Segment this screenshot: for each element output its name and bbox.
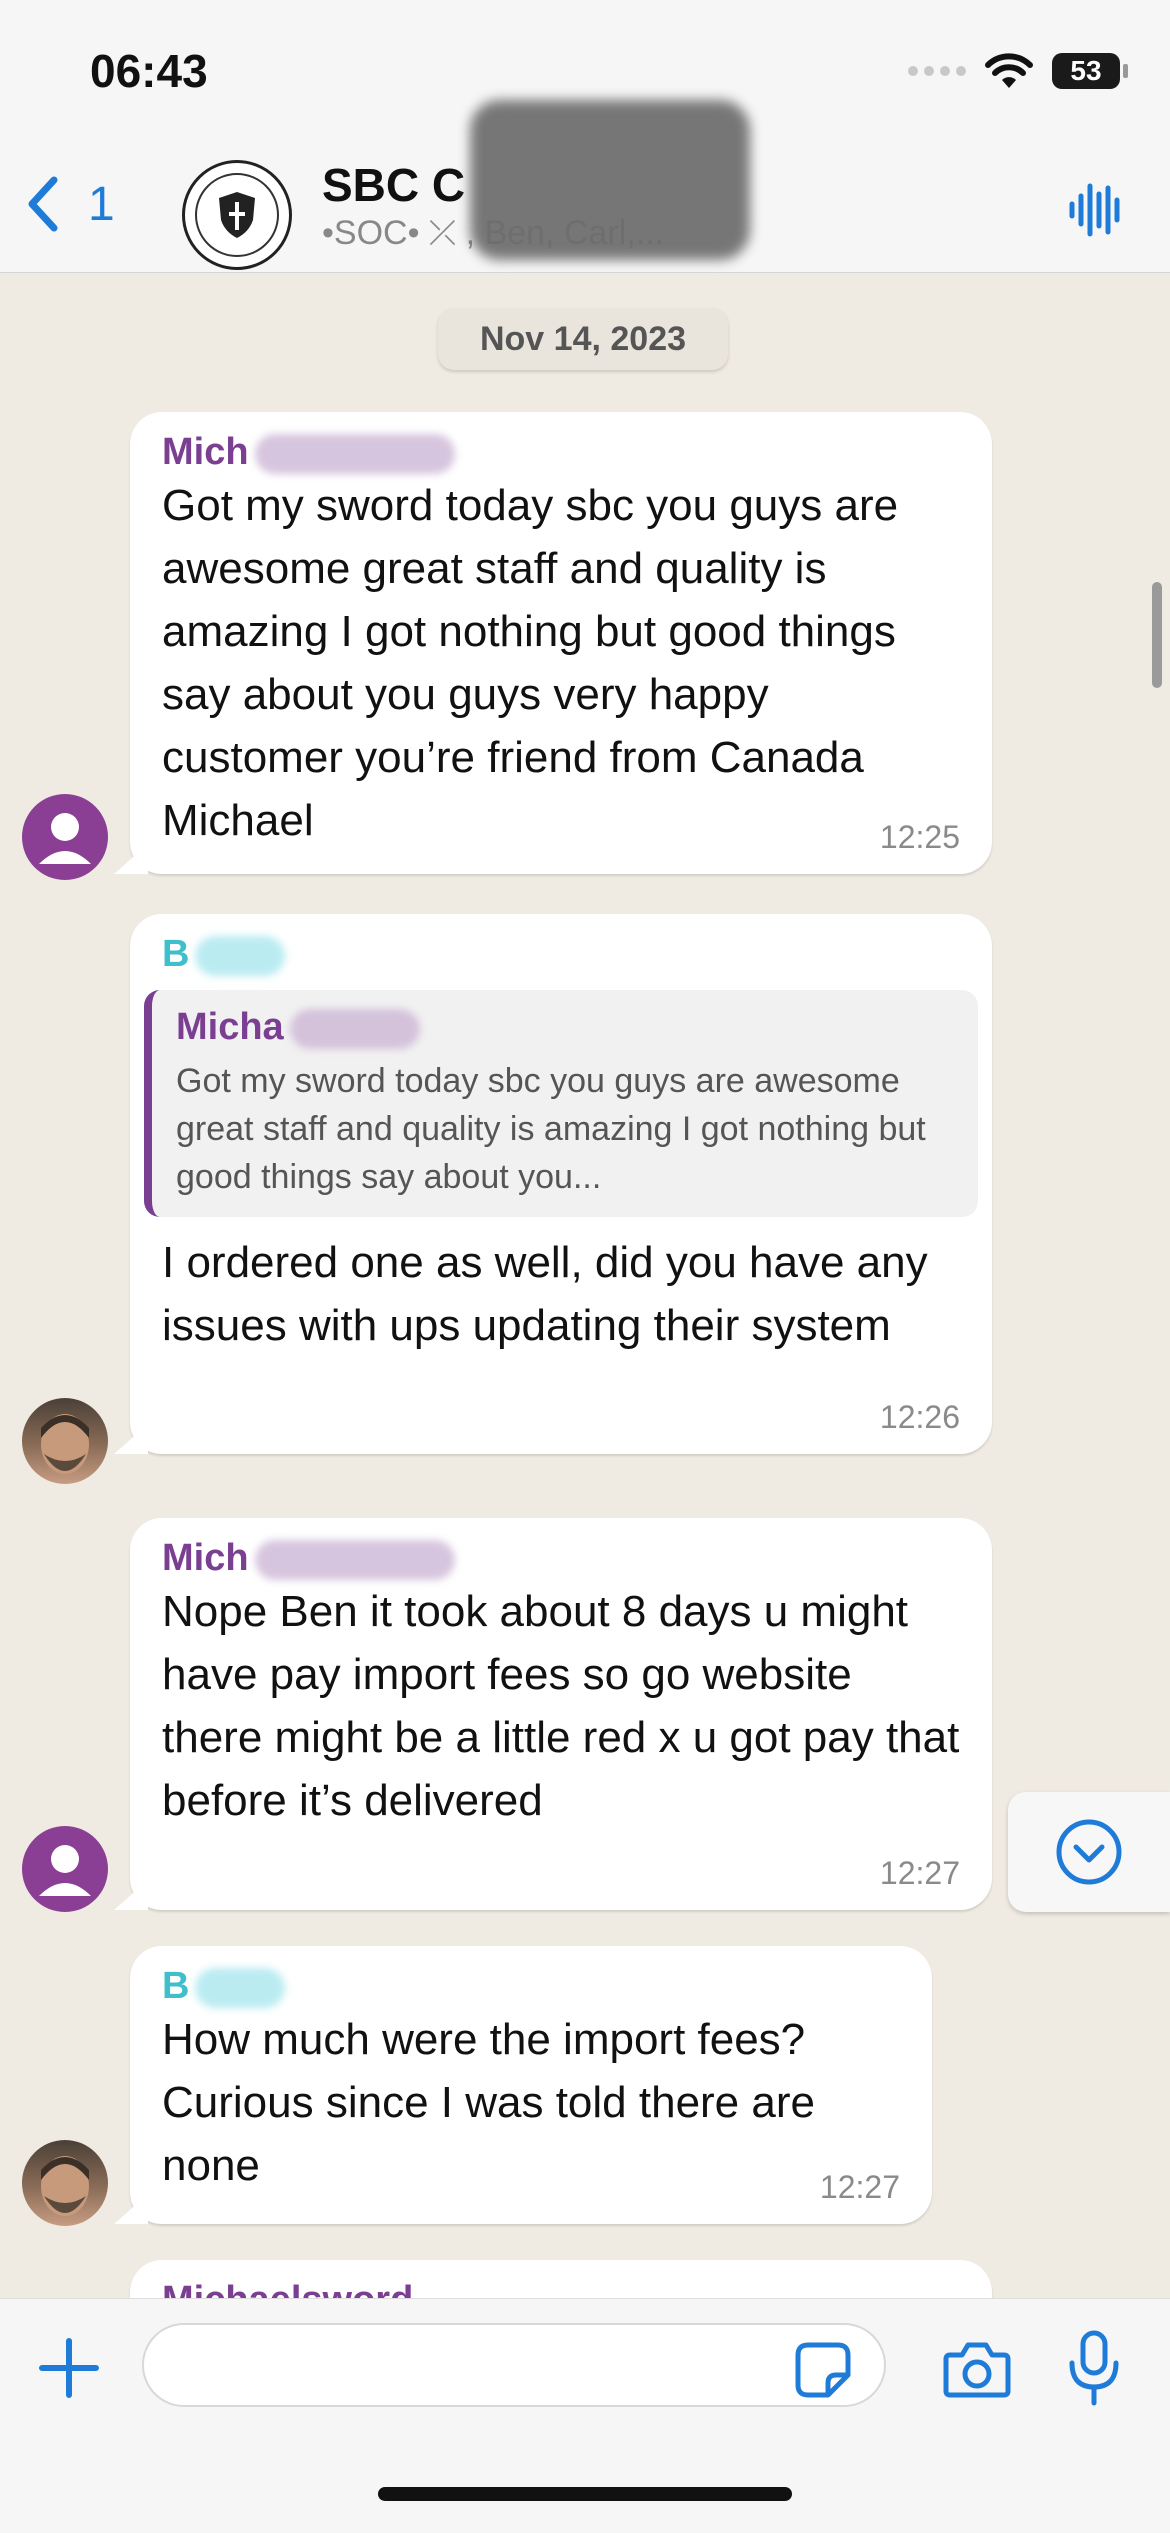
message-time: 12:27 bbox=[879, 1855, 960, 1891]
message-input[interactable] bbox=[142, 2323, 886, 2407]
message-bubble[interactable]: B How much were the import fees? Curious… bbox=[114, 1946, 932, 2224]
profile-photo bbox=[41, 1414, 89, 1474]
group-avatar[interactable] bbox=[182, 160, 292, 270]
message-bubble[interactable]: Michaelsword bbox=[130, 2260, 992, 2299]
chat-area[interactable]: Nov 14, 2023 Mich Got my sword today sbc… bbox=[0, 272, 1170, 2299]
home-indicator bbox=[378, 2487, 792, 2501]
quoted-sender: Micha bbox=[176, 1006, 954, 1049]
person-icon bbox=[39, 813, 91, 864]
quoted-text: Got my sword today sbc you guys are awes… bbox=[176, 1062, 926, 1196]
group-name[interactable]: SBC C bbox=[322, 158, 465, 212]
voice-wave-icon[interactable] bbox=[1066, 180, 1126, 240]
message-time: 12:26 bbox=[879, 1399, 960, 1435]
battery-indicator: 53 bbox=[1052, 53, 1128, 89]
quoted-message[interactable]: Micha Got my sword today sbc you guys ar… bbox=[144, 990, 978, 1217]
message-bubble[interactable]: B Micha Got my sword today sbc you guys … bbox=[114, 914, 992, 1454]
scrollbar[interactable] bbox=[1152, 582, 1162, 688]
message-text: Nope Ben it took about 8 days u might ha… bbox=[162, 1587, 960, 1825]
message-sender: Mich bbox=[162, 1536, 960, 1580]
microphone-icon[interactable] bbox=[1066, 2329, 1122, 2409]
redaction-overlay bbox=[470, 100, 750, 260]
avatar[interactable] bbox=[22, 1398, 108, 1484]
back-chevron-icon bbox=[28, 176, 58, 232]
message-sender: B bbox=[162, 932, 960, 976]
avatar[interactable] bbox=[22, 1826, 108, 1912]
scroll-down-button[interactable] bbox=[1008, 1792, 1170, 1912]
camera-icon[interactable] bbox=[942, 2339, 1012, 2399]
message-time: 12:25 bbox=[879, 819, 960, 855]
message-text: I ordered one as well, did you have any … bbox=[162, 1238, 928, 1350]
person-icon bbox=[39, 1845, 91, 1896]
back-button[interactable]: 1 bbox=[22, 174, 115, 234]
message-sender: Michaelsword bbox=[162, 2278, 960, 2299]
sticker-icon[interactable] bbox=[794, 2341, 852, 2399]
plus-icon[interactable] bbox=[36, 2335, 102, 2401]
cellular-signal-icon bbox=[908, 66, 966, 76]
message-sender: B bbox=[162, 1964, 900, 2008]
date-divider: Nov 14, 2023 bbox=[438, 308, 728, 370]
shield-logo-icon bbox=[195, 173, 279, 257]
wifi-icon bbox=[985, 53, 1033, 88]
profile-photo bbox=[41, 2156, 89, 2216]
message-text: How much were the import fees? Curious s… bbox=[162, 2015, 815, 2190]
message-sender: Mich bbox=[162, 430, 960, 474]
avatar[interactable] bbox=[22, 794, 108, 880]
scroll-down-icon bbox=[1056, 1819, 1122, 1885]
message-bubble[interactable]: Mich Nope Ben it took about 8 days u mig… bbox=[114, 1518, 992, 1910]
status-icons: 53 bbox=[908, 52, 1128, 90]
message-text: Got my sword today sbc you guys are awes… bbox=[162, 481, 899, 845]
avatar[interactable] bbox=[22, 2140, 108, 2226]
back-count: 1 bbox=[88, 177, 115, 231]
message-bubble[interactable]: Mich Got my sword today sbc you guys are… bbox=[114, 412, 992, 874]
status-time: 06:43 bbox=[90, 45, 208, 97]
message-time: 12:27 bbox=[819, 2169, 900, 2205]
